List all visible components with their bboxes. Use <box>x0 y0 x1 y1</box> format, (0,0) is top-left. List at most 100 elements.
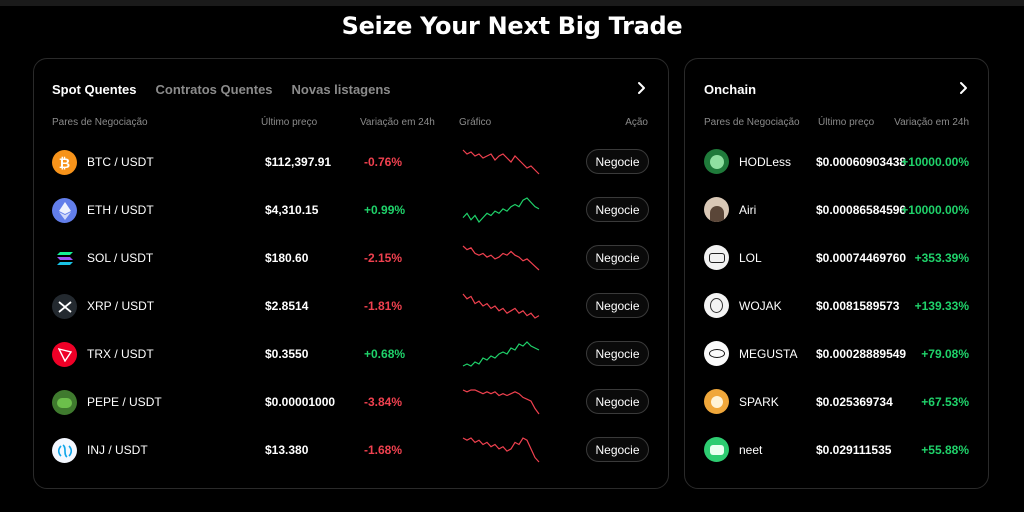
pair-label[interactable]: INJ / USDT <box>87 443 148 457</box>
change-24h: +139.33% <box>914 299 969 313</box>
change-24h: +0.68% <box>364 347 406 361</box>
token-name[interactable]: WOJAK <box>739 299 782 313</box>
change-24h: -2.15% <box>364 251 403 265</box>
trx-icon <box>52 342 77 367</box>
xrp-icon <box>52 294 77 319</box>
tab-futures-hot[interactable]: Contratos Quentes <box>156 82 273 97</box>
list-item[interactable]: HODLess $0.00060903438 +10000.00% <box>685 138 988 186</box>
column-header-price: Último preço <box>818 117 875 128</box>
last-price: $0.025369734 <box>816 395 893 409</box>
list-item[interactable]: MEGUSTA $0.00028889549 +79.08% <box>685 330 988 378</box>
last-price: $0.0081589573 <box>816 299 900 313</box>
chevron-right-icon[interactable] <box>634 81 648 95</box>
sparkline-chart <box>461 388 541 416</box>
inj-icon <box>52 438 77 463</box>
onchain-card: Onchain Pares de Negociação Último preço… <box>684 58 989 489</box>
last-price: $13.380 <box>265 443 309 457</box>
last-price: $0.00060903438 <box>816 155 907 169</box>
last-price: $0.3550 <box>265 347 309 361</box>
sparkline-chart <box>461 340 541 368</box>
megusta-icon <box>704 341 729 366</box>
airi-icon <box>704 197 729 222</box>
spark-icon <box>704 389 729 414</box>
tab-spot-hot[interactable]: Spot Quentes <box>52 82 137 97</box>
trade-button[interactable]: Negocie <box>586 293 649 318</box>
change-24h: +353.39% <box>914 251 969 265</box>
table-row[interactable]: XRP / USDT $2.8514 -1.81% Negocie <box>34 282 668 330</box>
token-name[interactable]: LOL <box>739 251 762 265</box>
sparkline-chart <box>461 436 541 464</box>
sparkline-chart <box>461 196 541 224</box>
token-name[interactable]: HODLess <box>739 155 791 169</box>
sol-icon <box>52 246 77 271</box>
onchain-title[interactable]: Onchain <box>704 82 756 97</box>
sparkline-chart <box>461 292 541 320</box>
top-bar <box>0 0 1024 6</box>
last-price: $0.00001000 <box>265 395 336 409</box>
last-price: $0.00028889549 <box>816 347 907 361</box>
market-tabs: Spot Quentes Contratos Quentes Novas lis… <box>52 82 410 97</box>
table-row[interactable]: INJ / USDT $13.380 -1.68% Negocie <box>34 426 668 474</box>
table-row[interactable]: SOL / USDT $180.60 -2.15% Negocie <box>34 234 668 282</box>
table-row[interactable]: ₿ BTC / USDT $112,397.91 -0.76% Negocie <box>34 138 668 186</box>
hodless-icon <box>704 149 729 174</box>
change-24h: +10000.00% <box>901 155 969 169</box>
token-name[interactable]: Airi <box>739 203 756 217</box>
change-24h: +79.08% <box>921 347 969 361</box>
last-price: $0.00074469760 <box>816 251 907 265</box>
pair-label[interactable]: XRP / USDT <box>87 299 154 313</box>
column-header-change: Variação em 24h <box>894 117 969 128</box>
table-row[interactable]: PEPE / USDT $0.00001000 -3.84% Negocie <box>34 378 668 426</box>
list-item[interactable]: neet $0.029111535 +55.88% <box>685 426 988 474</box>
change-24h: +10000.00% <box>901 203 969 217</box>
wojak-icon <box>704 293 729 318</box>
change-24h: +55.88% <box>921 443 969 457</box>
list-item[interactable]: WOJAK $0.0081589573 +139.33% <box>685 282 988 330</box>
last-price: $4,310.15 <box>265 203 319 217</box>
column-header-price: Último preço <box>261 117 318 128</box>
btc-icon: ₿ <box>52 150 77 175</box>
last-price: $0.00086584596 <box>816 203 907 217</box>
trade-button[interactable]: Negocie <box>586 389 649 414</box>
page-headline: Seize Your Next Big Trade <box>341 12 683 40</box>
table-row[interactable]: TRX / USDT $0.3550 +0.68% Negocie <box>34 330 668 378</box>
chevron-right-icon[interactable] <box>956 81 970 95</box>
pair-label[interactable]: BTC / USDT <box>87 155 154 169</box>
last-price: $2.8514 <box>265 299 309 313</box>
last-price: $112,397.91 <box>265 155 332 169</box>
trade-button[interactable]: Negocie <box>586 197 649 222</box>
pair-label[interactable]: PEPE / USDT <box>87 395 162 409</box>
list-item[interactable]: SPARK $0.025369734 +67.53% <box>685 378 988 426</box>
change-24h: +0.99% <box>364 203 406 217</box>
eth-icon <box>52 198 77 223</box>
token-name[interactable]: MEGUSTA <box>739 347 797 361</box>
trade-button[interactable]: Negocie <box>586 245 649 270</box>
change-24h: -1.81% <box>364 299 403 313</box>
list-item[interactable]: Airi $0.00086584596 +10000.00% <box>685 186 988 234</box>
pair-label[interactable]: SOL / USDT <box>87 251 153 265</box>
column-header-chart: Gráfico <box>459 117 492 128</box>
neet-icon <box>704 437 729 462</box>
change-24h: -0.76% <box>364 155 403 169</box>
spot-markets-card: Spot Quentes Contratos Quentes Novas lis… <box>33 58 669 489</box>
token-name[interactable]: SPARK <box>739 395 779 409</box>
trade-button[interactable]: Negocie <box>586 437 649 462</box>
list-item[interactable]: LOL $0.00074469760 +353.39% <box>685 234 988 282</box>
pair-label[interactable]: TRX / USDT <box>87 347 154 361</box>
change-24h: +67.53% <box>921 395 969 409</box>
table-row[interactable]: ETH / USDT $4,310.15 +0.99% Negocie <box>34 186 668 234</box>
column-header-action: Ação <box>625 117 648 128</box>
sparkline-chart <box>461 244 541 272</box>
column-header-change: Variação em 24h <box>360 117 435 128</box>
pepe-icon <box>52 390 77 415</box>
tab-new-listings[interactable]: Novas listagens <box>292 82 391 97</box>
trade-button[interactable]: Negocie <box>586 149 649 174</box>
sparkline-chart <box>461 148 541 176</box>
change-24h: -1.68% <box>364 443 403 457</box>
trade-button[interactable]: Negocie <box>586 341 649 366</box>
last-price: $0.029111535 <box>816 443 892 457</box>
token-name[interactable]: neet <box>739 443 762 457</box>
pair-label[interactable]: ETH / USDT <box>87 203 154 217</box>
column-header-pair: Pares de Negociação <box>704 117 800 128</box>
change-24h: -3.84% <box>364 395 403 409</box>
